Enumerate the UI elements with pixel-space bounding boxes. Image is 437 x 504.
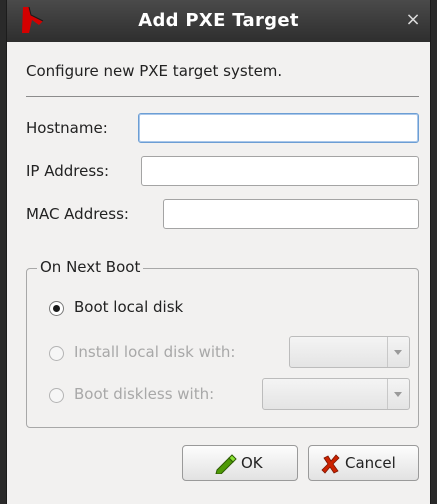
intro-text: Configure new PXE target system.	[26, 62, 283, 80]
add-pxe-target-dialog: Add PXE Target × Configure new PXE targe…	[6, 0, 431, 504]
hostname-input[interactable]	[138, 113, 419, 143]
green-pen-icon	[215, 454, 237, 474]
red-x-icon	[321, 454, 340, 474]
install-image-select[interactable]	[289, 336, 410, 368]
mac-address-label: MAC Address:	[26, 205, 129, 223]
dropdown-button[interactable]	[387, 337, 409, 367]
dialog-title: Add PXE Target	[138, 10, 299, 31]
chevron-down-icon	[394, 350, 402, 355]
dropdown-button[interactable]	[387, 379, 409, 409]
group-title: On Next Boot	[37, 258, 144, 276]
diskless-image-select[interactable]	[262, 378, 410, 410]
cancel-button[interactable]: Cancel	[308, 445, 419, 481]
radio-label: Install local disk with:	[74, 343, 236, 361]
cancel-label: Cancel	[345, 454, 396, 472]
radio-checked[interactable]	[49, 301, 64, 316]
ok-button[interactable]: OK	[182, 445, 298, 481]
separator	[26, 96, 419, 97]
radio-label: Boot diskless with:	[74, 385, 215, 403]
title-bar[interactable]: Add PXE Target ×	[7, 0, 430, 42]
hostname-label: Hostname:	[26, 119, 108, 137]
radio-unchecked[interactable]	[49, 388, 64, 403]
ip-address-input[interactable]	[141, 156, 419, 186]
close-icon[interactable]: ×	[404, 11, 422, 29]
ip-address-label: IP Address:	[26, 162, 110, 180]
chevron-down-icon	[394, 392, 402, 397]
mac-address-input[interactable]	[163, 199, 419, 229]
ok-label: OK	[241, 454, 263, 472]
radio-label: Boot local disk	[74, 298, 184, 316]
radio-unchecked[interactable]	[49, 346, 64, 361]
